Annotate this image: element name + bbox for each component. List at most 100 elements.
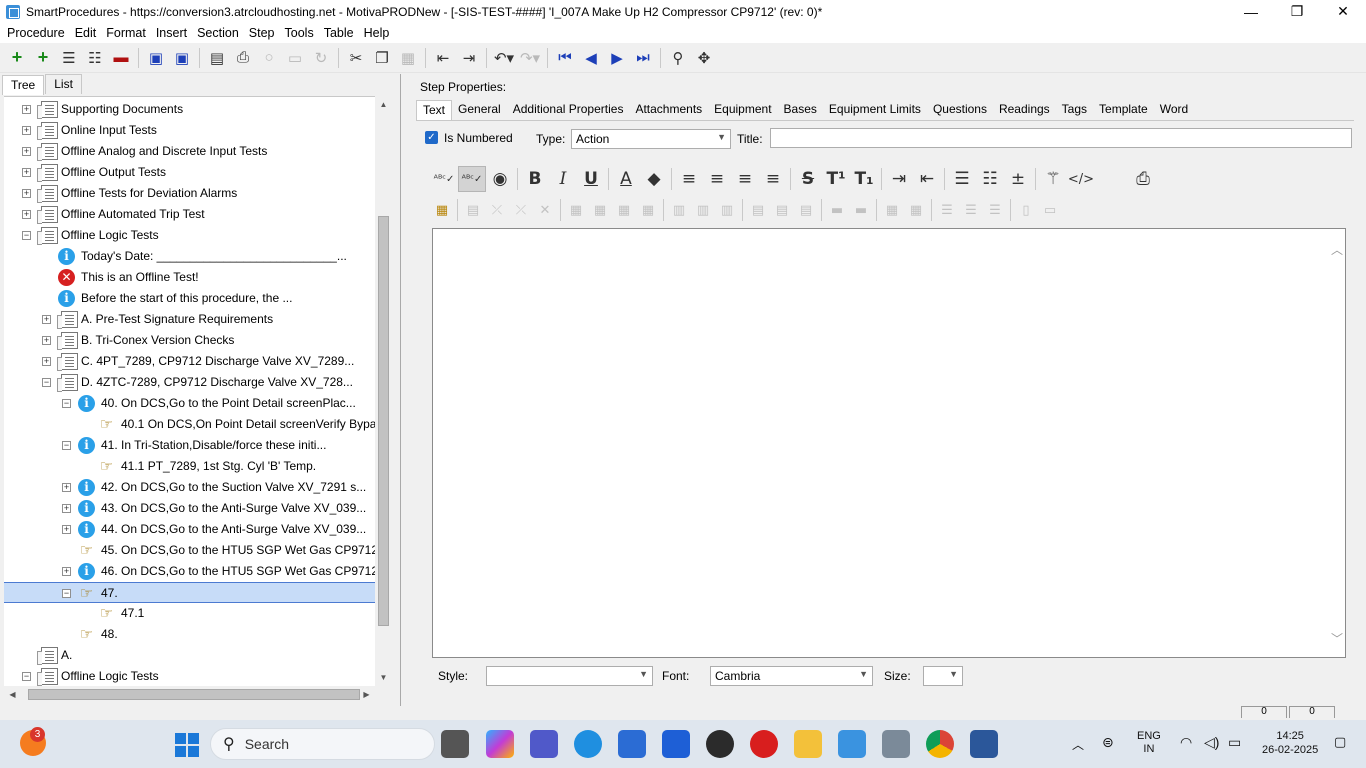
bullet-list-icon[interactable]: ☰ bbox=[948, 166, 976, 192]
tree-item[interactable]: − D. 4ZTC-7289, CP9712 Discharge Valve XV… bbox=[4, 372, 375, 393]
table-icon-13[interactable]: ▤ bbox=[770, 197, 794, 223]
step-text-editor[interactable]: ︿ ﹀ bbox=[432, 228, 1346, 658]
horizontal-rule-icon[interactable]: ± bbox=[1004, 166, 1032, 192]
redo-all-icon[interactable]: ↻ bbox=[308, 46, 334, 70]
numbered-list-icon[interactable]: ☷ bbox=[976, 166, 1004, 192]
collapse-icon[interactable]: − bbox=[62, 589, 71, 598]
tree-item[interactable]: + B. Tri-Conex Version Checks bbox=[4, 330, 375, 351]
menu-edit[interactable]: Edit bbox=[70, 26, 102, 40]
word-icon[interactable] bbox=[970, 730, 998, 758]
strikethrough-icon[interactable]: S bbox=[794, 166, 822, 192]
highlight-icon[interactable]: ◆ bbox=[640, 166, 668, 192]
html-source-icon[interactable]: </> bbox=[1067, 166, 1095, 192]
tree-item[interactable]: + Offline Tests for Deviation Alarms bbox=[4, 183, 375, 204]
tree-item[interactable]: ✕ This is an Offline Test! bbox=[4, 267, 375, 288]
tree-item[interactable]: ☞ 48. bbox=[4, 624, 375, 645]
tree-horizontal-scrollbar[interactable]: ◀ ▶ bbox=[4, 686, 375, 703]
collapse-icon[interactable]: − bbox=[22, 672, 31, 681]
table-icon-14[interactable]: ▤ bbox=[794, 197, 818, 223]
tab-word[interactable]: Word bbox=[1154, 100, 1194, 120]
tree-item[interactable]: i Today's Date: _________________________… bbox=[4, 246, 375, 267]
tab-equipment-limits[interactable]: Equipment Limits bbox=[823, 100, 927, 120]
print-icon[interactable]: ⎙ bbox=[1129, 166, 1157, 192]
superscript-icon[interactable]: T¹ bbox=[822, 166, 850, 192]
table-icon-1[interactable]: ▤ bbox=[461, 197, 485, 223]
table-icon-12[interactable]: ▤ bbox=[746, 197, 770, 223]
increase-indent-icon[interactable]: ⇥ bbox=[885, 166, 913, 192]
indent-icon[interactable]: ⇥ bbox=[456, 46, 482, 70]
expand-icon[interactable]: + bbox=[62, 483, 71, 492]
next-icon[interactable]: ▶ bbox=[604, 46, 630, 70]
copy-icon[interactable]: ❐ bbox=[369, 46, 395, 70]
language-indicator[interactable]: ENG IN bbox=[1137, 730, 1161, 756]
expand-icon[interactable]: + bbox=[22, 210, 31, 219]
remote-desktop-icon[interactable] bbox=[882, 730, 910, 758]
table-icon-10[interactable]: ▥ bbox=[691, 197, 715, 223]
table-icon-15[interactable]: ▬ bbox=[825, 197, 849, 223]
table-icon-17[interactable]: ▦ bbox=[880, 197, 904, 223]
table-icon-23[interactable]: ▭ bbox=[1038, 197, 1062, 223]
insert-table-icon[interactable]: ▦ bbox=[430, 197, 454, 223]
table-icon-5[interactable]: ▦ bbox=[564, 197, 588, 223]
refresh-icon[interactable]: ○ bbox=[256, 46, 282, 70]
cut-icon[interactable]: ✂ bbox=[343, 46, 369, 70]
start-button[interactable] bbox=[175, 733, 199, 757]
menu-format[interactable]: Format bbox=[101, 26, 151, 40]
previous-icon[interactable]: ◀ bbox=[578, 46, 604, 70]
editor-scroll-down-icon[interactable]: ﹀ bbox=[1331, 630, 1343, 647]
tab-readings[interactable]: Readings bbox=[993, 100, 1056, 120]
tab-equipment[interactable]: Equipment bbox=[708, 100, 777, 120]
expand-icon[interactable]: + bbox=[42, 315, 51, 324]
copilot-icon[interactable] bbox=[486, 730, 514, 758]
scroll-up-icon[interactable]: ▲ bbox=[375, 96, 392, 113]
store-icon[interactable] bbox=[618, 730, 646, 758]
network-status-icon[interactable]: ⊜ bbox=[1102, 734, 1114, 751]
menu-help[interactable]: Help bbox=[359, 26, 395, 40]
spellcheck-icon[interactable]: ᴬᴮᶜ✓ bbox=[430, 166, 458, 192]
magic-wand-icon[interactable]: ⚚ bbox=[1039, 166, 1067, 192]
teams-icon[interactable] bbox=[530, 730, 558, 758]
list-icon[interactable]: ☰ bbox=[56, 46, 82, 70]
redo-icon[interactable]: ↷▾ bbox=[517, 46, 543, 70]
table-icon-2[interactable]: ⤫ bbox=[485, 197, 509, 223]
menu-tools[interactable]: Tools bbox=[280, 26, 319, 40]
delete-icon[interactable]: ▬ bbox=[108, 46, 134, 70]
tree-item[interactable]: ☞ 45. On DCS,Go to the HTU5 SGP Wet Gas C… bbox=[4, 540, 375, 561]
justify-icon[interactable]: ≡ bbox=[759, 166, 787, 192]
style-select[interactable]: ▼ bbox=[486, 666, 653, 686]
is-numbered-checkbox[interactable]: ✓ bbox=[425, 131, 438, 144]
move-icon[interactable]: ✥ bbox=[691, 46, 717, 70]
table-icon-11[interactable]: ▥ bbox=[715, 197, 739, 223]
tab-general[interactable]: General bbox=[452, 100, 507, 120]
tab-tags[interactable]: Tags bbox=[1056, 100, 1093, 120]
subscript-icon[interactable]: T₁ bbox=[850, 166, 878, 192]
clock[interactable]: 14:25 26-02-2025 bbox=[1262, 729, 1318, 757]
title-input[interactable] bbox=[770, 128, 1352, 148]
tree-vertical-scrollbar[interactable]: ▲ ▼ bbox=[375, 96, 392, 686]
tab-bases[interactable]: Bases bbox=[778, 100, 823, 120]
dell-icon[interactable] bbox=[706, 730, 734, 758]
task-view-icon[interactable] bbox=[441, 730, 469, 758]
tree-item[interactable]: + Online Input Tests bbox=[4, 120, 375, 141]
tree-item[interactable]: − Offline Logic Tests bbox=[4, 666, 375, 686]
paste-icon[interactable]: ▦ bbox=[395, 46, 421, 70]
tab-questions[interactable]: Questions bbox=[927, 100, 993, 120]
add-child-icon[interactable]: + bbox=[30, 46, 56, 70]
table-icon-9[interactable]: ▥ bbox=[667, 197, 691, 223]
underline-icon[interactable]: U bbox=[577, 166, 605, 192]
tree-item[interactable]: i Before the start of this procedure, the… bbox=[4, 288, 375, 309]
chrome-icon[interactable] bbox=[926, 730, 954, 758]
tab-attachments[interactable]: Attachments bbox=[629, 100, 708, 120]
tree-item[interactable]: + i 46. On DCS,Go to the HTU5 SGP Wet Gas … bbox=[4, 561, 375, 582]
tree-item[interactable]: ☞ 41.1 PT_7289, 1st Stg. Cyl 'B' Temp. bbox=[4, 456, 375, 477]
expand-icon[interactable]: + bbox=[62, 525, 71, 534]
tree-item[interactable]: A. bbox=[4, 645, 375, 666]
opera-icon[interactable] bbox=[750, 730, 778, 758]
tab-text[interactable]: Text bbox=[416, 100, 453, 120]
table-icon-7[interactable]: ▦ bbox=[612, 197, 636, 223]
save-all-icon[interactable]: ▣ bbox=[143, 46, 169, 70]
eraser-icon[interactable]: ◉ bbox=[486, 166, 514, 192]
table-icon-3[interactable]: ⤫ bbox=[509, 197, 533, 223]
bold-icon[interactable]: B bbox=[521, 166, 549, 192]
table-icon-18[interactable]: ▦ bbox=[904, 197, 928, 223]
